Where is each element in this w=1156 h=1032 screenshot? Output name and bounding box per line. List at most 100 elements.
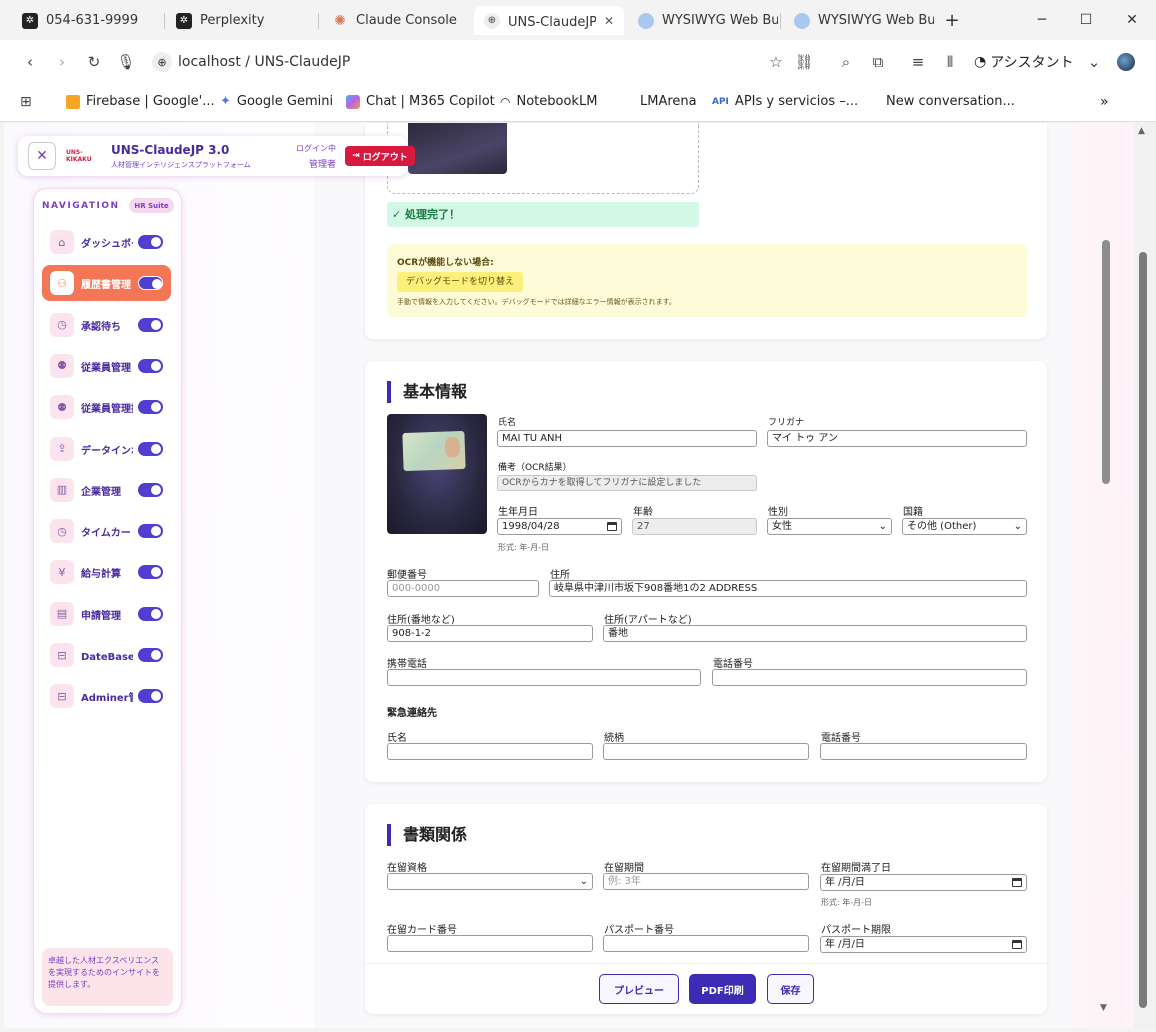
back-icon[interactable]: ‹ [18,50,42,74]
assistant-button[interactable]: ◔ アシスタント [974,52,1074,72]
emergency-phone-input[interactable] [820,743,1027,760]
residence-status-select[interactable]: ⌄ [387,873,593,890]
chevron-down-icon[interactable]: ⌄ [1082,50,1106,74]
sidebar-item-9[interactable]: ▤ 申請管理 [42,596,171,632]
address-input[interactable]: 岐阜県中津川市坂下908番地1の2 ADDRESS [549,580,1027,597]
phone-input[interactable] [712,669,1027,686]
close-window-icon[interactable]: ✕ [1120,8,1144,32]
emergency-name-input[interactable] [387,743,593,760]
sidebar-item-toggle[interactable] [138,524,163,539]
sidebar-item-toggle[interactable] [138,648,163,662]
sidebar-item-label: ダッシュボード [81,239,133,250]
audio-icon[interactable]: ⦀ [938,50,962,74]
sidebar-item-6[interactable]: ▥ 企業管理 [42,472,171,508]
address-bar[interactable]: ⊕ localhost / UNS-ClaudeJP [152,50,350,74]
site-info-icon[interactable]: ⊕ [152,52,172,72]
address-number-input[interactable]: 908-1-2 [387,625,593,642]
birthdate-input[interactable]: 1998/04/28 [497,518,622,535]
new-tab-icon[interactable]: + [940,8,964,32]
calendar-icon[interactable] [1012,878,1022,887]
bookmark-gemini[interactable]: ✦ Google Gemini [220,94,333,109]
bookmark-new-conversation[interactable]: New conversation... [866,94,1015,109]
passport-expiry-input[interactable]: 年 /月/日 [820,936,1027,953]
sidebar-item-toggle[interactable] [138,565,163,580]
sidebar-item-label: 申請管理 [81,610,121,622]
link-icon[interactable]: ⛓ [792,50,816,74]
tab-phone[interactable]: ✲ 054-631-9999 [12,6,162,35]
extensions-icon[interactable]: ⧉ [866,50,890,74]
sidebar-item-toggle[interactable] [138,441,163,456]
postal-input[interactable]: 000-0000 [387,580,539,597]
zoom-icon[interactable]: ⌕ [834,50,858,74]
sidebar-item-1[interactable]: ⚇ 履歴書管理 [42,265,171,302]
gender-select[interactable]: 女性 ⌄ [767,518,892,535]
tab-perplexity[interactable]: ✲ Perplexity [166,6,316,35]
sidebar-item-toggle[interactable] [138,689,163,704]
sidebar-item-toggle[interactable] [138,358,163,373]
name-input[interactable]: MAI TU ANH [497,430,757,447]
scroll-down-icon[interactable]: ▼ [1100,1003,1107,1013]
notebooklm-icon: ◠ [500,94,511,109]
tab-wysiwyg-1[interactable]: WYSIWYG Web Buil [628,6,778,35]
address-apartment-input[interactable]: 番地 [603,625,1027,642]
microphone-icon[interactable]: 🎙 [114,50,138,74]
sidebar-item-7[interactable]: ◷ タイムカード [42,513,171,549]
sidebar-item-toggle[interactable] [138,235,163,249]
minimize-icon[interactable]: ─ [1030,8,1054,32]
sidebar-item-toggle[interactable] [138,482,163,497]
remarks-input[interactable]: OCRからカナを取得してフリガナに設定しました [497,475,757,491]
sidebar-item-toggle[interactable] [138,400,163,415]
calendar-icon[interactable] [607,522,617,531]
sidebar-item-3[interactable]: ⚉ 従業員管理 [42,348,171,384]
bookmark-apis[interactable]: API APIs y servicios –... [712,94,858,109]
bookmark-lmarena[interactable]: LMArena [620,94,697,109]
close-tab-icon[interactable]: ✕ [604,14,614,28]
bookmark-copilot[interactable]: Chat | M365 Copilot [346,94,495,109]
residence-expiry-input[interactable]: 年 /月/日 [820,874,1027,891]
residence-card-input[interactable] [387,935,593,952]
sidebar-item-5[interactable]: ⇪ データインポート [42,431,171,467]
nationality-select[interactable]: その他 (Other) ⌄ [902,518,1027,535]
maximize-icon[interactable]: ☐ [1074,8,1098,32]
preview-button[interactable]: プレビュー [599,974,679,1004]
profile-avatar[interactable] [1114,50,1138,74]
more-bookmarks-icon[interactable]: » [1100,94,1109,110]
sidebar-item-8[interactable]: ¥ 給与計算 [42,554,171,590]
tab-claude-console[interactable]: ✺ Claude Console [322,6,472,35]
residence-period-input[interactable]: 例: 3年 [603,873,809,890]
sidebar-item-0[interactable]: ⌂ ダッシュボード [42,224,171,260]
content-scrollbar-thumb[interactable] [1102,240,1110,484]
bookmark-firebase[interactable]: Firebase | Google'... [66,94,215,109]
save-button[interactable]: 保存 [767,974,814,1004]
logout-button[interactable]: ⇥ ログアウト [345,146,415,166]
calendar-icon[interactable] [1012,940,1022,949]
bookmark-notebooklm[interactable]: ◠ NotebookLM [500,94,597,109]
furigana-input[interactable]: マイ トゥ アン [767,430,1027,447]
sidebar-item-10[interactable]: ⊟ DateBase管理 [42,637,171,673]
forward-icon[interactable]: › [50,50,74,74]
sidebar-item-4[interactable]: ⚉ 従業員管理拡張 [42,389,171,425]
mobile-input[interactable] [387,669,701,686]
close-sidebar-button[interactable]: ✕ [28,142,56,170]
passport-number-input[interactable] [603,935,809,952]
tab-bar: ✲ 054-631-9999 ✲ Perplexity ✺ Claude Con… [0,0,1156,40]
tab-wysiwyg-2[interactable]: WYSIWYG Web Buil [784,6,934,35]
tab-uns-claudejp[interactable]: ⊕ UNS-ClaudeJP - 人材 ✕ [474,6,624,35]
pdf-print-button[interactable]: PDF印刷 [689,974,756,1004]
ocr-help-box: OCRが機能しない場合: デバッグモードを切り替え 手動で情報を入力してください… [387,244,1027,317]
emergency-relation-input[interactable] [603,743,809,760]
sidebar-item-toggle[interactable] [138,606,163,621]
sidebar-item-toggle[interactable] [138,276,163,291]
apps-grid-icon[interactable]: ⊞ [20,94,32,110]
sidebar-item-11[interactable]: ⊟ Adminer管理 [42,678,171,714]
sidebar-item-2[interactable]: ◷ 承認待ち [42,307,171,343]
bookmarks-bar: ⊞ Firebase | Google'... ✦ Google Gemini … [0,84,1156,122]
reading-list-icon[interactable]: ≡ [906,50,930,74]
reload-icon[interactable]: ↻ [82,50,106,74]
page-scrollbar-thumb[interactable] [1139,252,1147,1008]
debug-toggle-button[interactable]: デバッグモードを切り替え [397,272,524,292]
scroll-up-icon[interactable]: ▲ [1138,126,1145,136]
star-icon[interactable]: ☆ [764,50,788,74]
age-input[interactable]: 27 [632,518,757,535]
sidebar-item-toggle[interactable] [138,317,163,332]
